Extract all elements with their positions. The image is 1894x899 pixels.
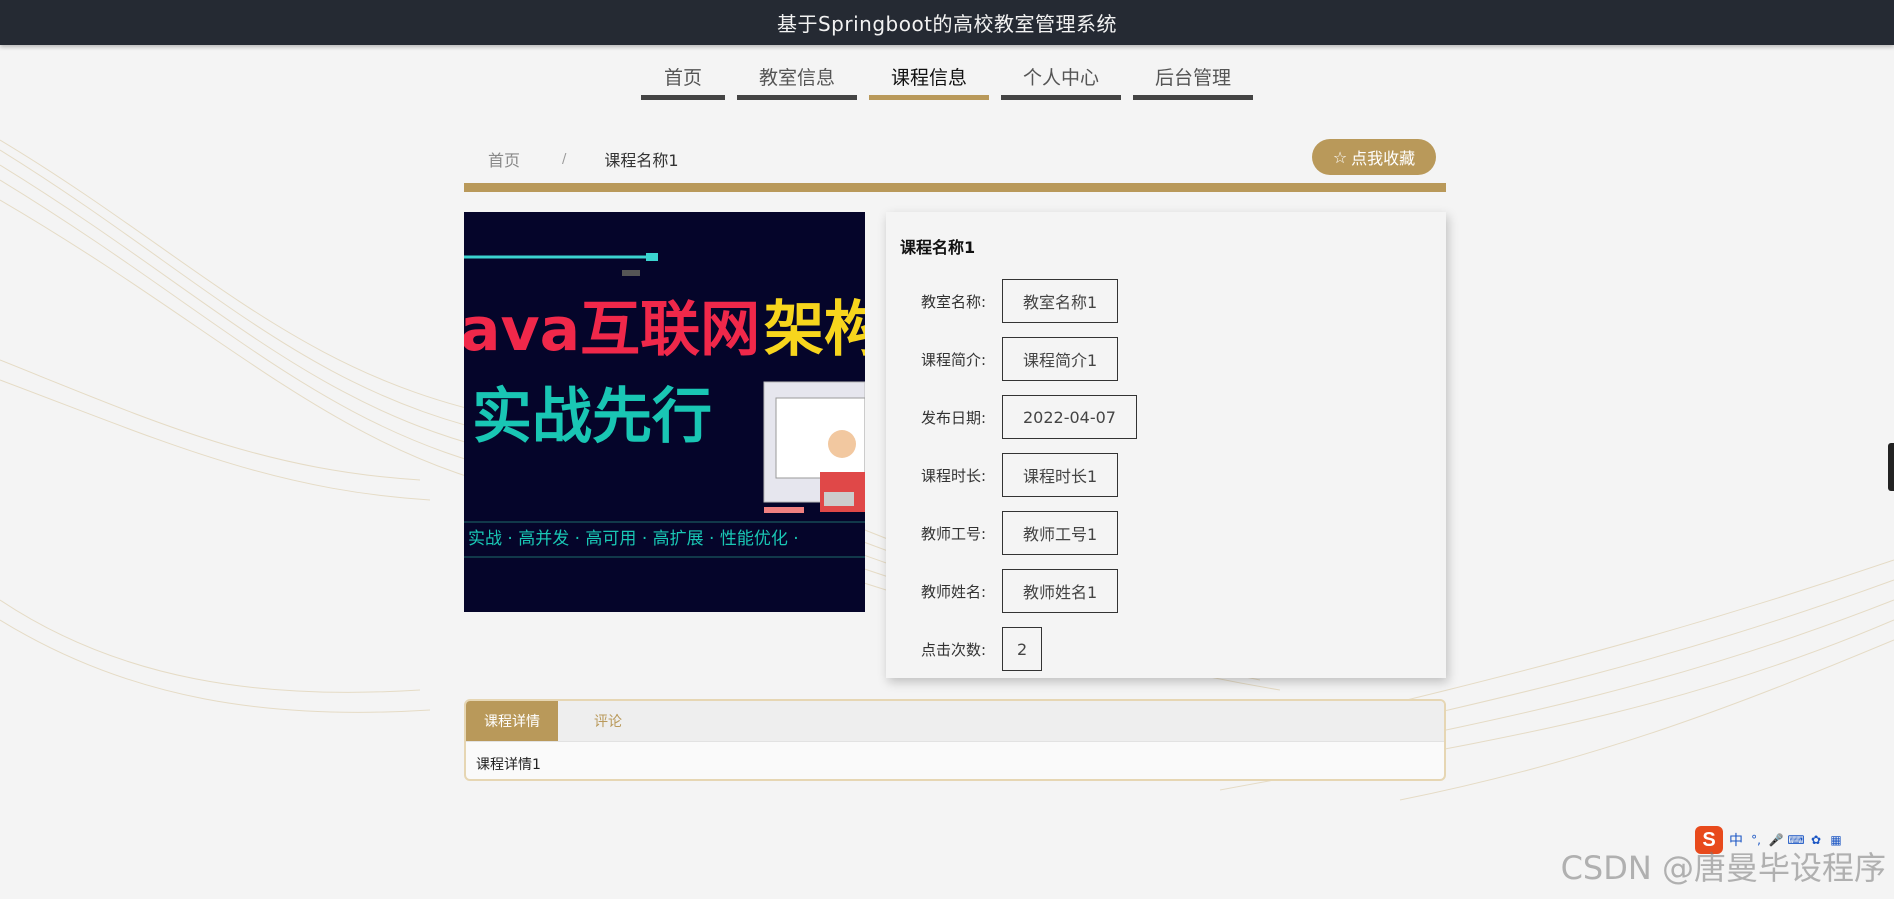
tabs-header: 课程详情 评论 bbox=[466, 701, 1444, 742]
field-value: 教师工号1 bbox=[1002, 511, 1119, 555]
breadcrumb-row: 首页 / 课程名称1 ☆ 点我收藏 bbox=[464, 135, 1446, 183]
field-value: 课程时长1 bbox=[1002, 453, 1119, 497]
nav-item-label: 个人中心 bbox=[1022, 67, 1099, 89]
nav-item-label: 课程信息 bbox=[890, 67, 967, 89]
field-course-duration: 课程时长: 课程时长1 bbox=[886, 452, 1119, 498]
tab-comments[interactable]: 评论 bbox=[558, 701, 658, 741]
site-title: 基于Springboot的高校教室管理系统 bbox=[776, 12, 1118, 36]
nav-underline-active bbox=[869, 95, 989, 100]
field-label: 教师工号: bbox=[920, 524, 986, 543]
nav-item-home[interactable]: 首页 bbox=[641, 55, 725, 100]
field-teacher-id: 教师工号: 教师工号1 bbox=[886, 510, 1119, 556]
nav-item-classroom-info[interactable]: 教室信息 bbox=[737, 55, 857, 100]
breadcrumb: 首页 / 课程名称1 bbox=[464, 135, 1446, 183]
side-scroll-handle[interactable] bbox=[1888, 443, 1894, 491]
main-nav: 首页 教室信息 课程信息 个人中心 后台管理 bbox=[0, 55, 1894, 100]
course-poster-graphic: ava互联网 架构 实战先行 实战 · 高并发 · 高可用 · 高扩展 · 性能… bbox=[464, 212, 865, 612]
field-value: 2022-04-07 bbox=[1002, 395, 1137, 439]
nav-item-label: 首页 bbox=[663, 67, 702, 89]
field-course-intro: 课程简介: 课程简介1 bbox=[886, 336, 1119, 382]
poster-line2: 实战先行 bbox=[472, 382, 712, 452]
nav-underline bbox=[1001, 95, 1121, 100]
field-click-count: 点击次数: 2 bbox=[886, 626, 1043, 672]
nav-item-label: 教室信息 bbox=[758, 67, 835, 89]
favorite-label: 点我收藏 bbox=[1351, 149, 1416, 168]
content-container: 首页 / 课程名称1 ☆ 点我收藏 ava互联网 架构 实战先行 实战 · 高并… bbox=[464, 135, 1446, 684]
nav-underline bbox=[641, 95, 725, 100]
breadcrumb-separator: / bbox=[562, 151, 567, 167]
nav-item-admin[interactable]: 后台管理 bbox=[1133, 55, 1253, 100]
breadcrumb-current: 课程名称1 bbox=[604, 151, 679, 170]
course-tabs: 课程详情 评论 课程详情1 bbox=[464, 699, 1446, 781]
course-info-card: 课程名称1 教室名称: 教室名称1 课程简介: 课程简介1 发布日期: 2022… bbox=[886, 212, 1446, 678]
gold-divider bbox=[464, 183, 1446, 192]
nav-underline bbox=[737, 95, 857, 100]
field-label: 教师姓名: bbox=[920, 582, 986, 601]
csdn-watermark: CSDN @唐曼毕设程序 bbox=[1560, 849, 1886, 887]
tab-course-detail[interactable]: 课程详情 bbox=[466, 701, 558, 741]
field-label: 课程简介: bbox=[920, 350, 986, 369]
top-header-bar: 基于Springboot的高校教室管理系统 bbox=[0, 0, 1894, 45]
field-label: 教室名称: bbox=[920, 292, 986, 311]
field-classroom-name: 教室名称: 教室名称1 bbox=[886, 278, 1119, 324]
poster-line3: 实战 · 高并发 · 高可用 · 高扩展 · 性能优化 · bbox=[468, 529, 799, 549]
nav-item-course-info[interactable]: 课程信息 bbox=[869, 55, 989, 100]
field-label: 课程时长: bbox=[920, 466, 986, 485]
field-value: 教室名称1 bbox=[1002, 279, 1119, 323]
poster-line1-yellow: 架构 bbox=[764, 295, 865, 365]
course-image: ava互联网 架构 实战先行 实战 · 高并发 · 高可用 · 高扩展 · 性能… bbox=[464, 212, 865, 612]
course-title: 课程名称1 bbox=[900, 238, 976, 257]
field-value: 课程简介1 bbox=[1002, 337, 1119, 381]
nav-underline bbox=[1133, 95, 1253, 100]
favorite-button[interactable]: ☆ 点我收藏 bbox=[1312, 139, 1436, 175]
field-label: 发布日期: bbox=[920, 408, 986, 427]
field-publish-date: 发布日期: 2022-04-07 bbox=[886, 394, 1137, 440]
star-outline-icon: ☆ bbox=[1332, 147, 1348, 167]
course-detail: ava互联网 架构 实战先行 实战 · 高并发 · 高可用 · 高扩展 · 性能… bbox=[464, 212, 1446, 684]
field-teacher-name: 教师姓名: 教师姓名1 bbox=[886, 568, 1119, 614]
tab-content: 课程详情1 bbox=[476, 757, 541, 773]
poster-line1-red: ava互联网 bbox=[464, 295, 760, 365]
breadcrumb-home[interactable]: 首页 bbox=[488, 147, 520, 171]
field-value: 教师姓名1 bbox=[1002, 569, 1119, 613]
field-value: 2 bbox=[1002, 627, 1043, 671]
nav-item-personal-center[interactable]: 个人中心 bbox=[1001, 55, 1121, 100]
nav-item-label: 后台管理 bbox=[1154, 67, 1231, 89]
field-label: 点击次数: bbox=[920, 640, 986, 659]
